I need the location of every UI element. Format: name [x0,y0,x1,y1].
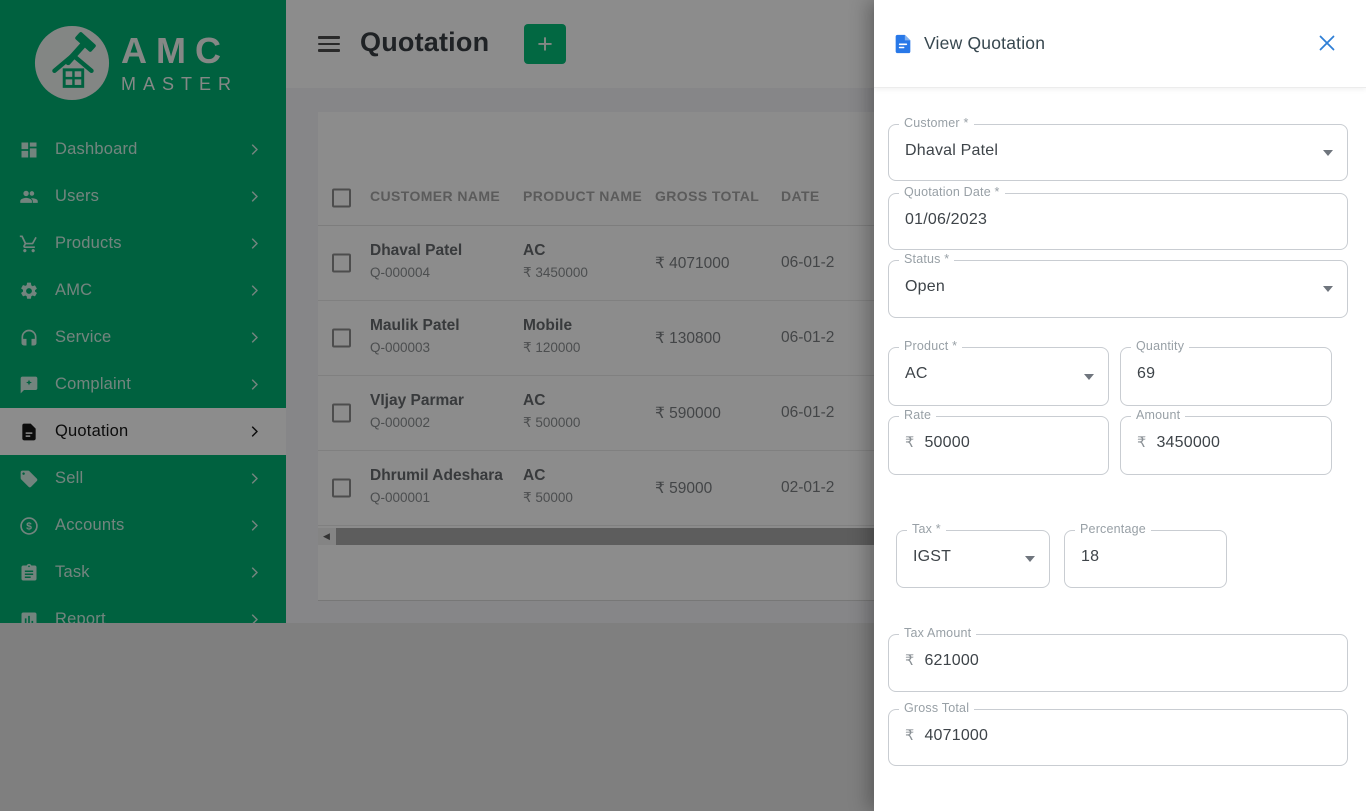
tax-amount-input[interactable]: Tax Amount ₹621000 [888,626,1348,692]
tax-value: IGST [913,548,952,565]
product-value: AC [905,365,928,382]
dropdown-arrow-icon [1323,149,1333,156]
amount-input[interactable]: Amount ₹3450000 [1120,408,1332,475]
drawer-title: View Quotation [924,33,1046,53]
rupee-symbol: ₹ [1137,435,1147,451]
amount-value: 3450000 [1156,434,1221,451]
dropdown-arrow-icon [1025,556,1035,562]
rupee-symbol: ₹ [905,435,915,451]
percentage-value: 18 [1081,548,1100,565]
rupee-symbol: ₹ [905,728,915,744]
tax-amount-value: 621000 [924,652,980,669]
status-value: Open [905,278,945,295]
view-quotation-drawer: View Quotation Customer * Dhaval Patel Q… [874,0,1366,811]
drawer-header: View Quotation [874,0,1366,88]
percentage-input[interactable]: Percentage 18 [1064,522,1227,588]
quantity-input[interactable]: Quantity 69 [1120,339,1332,406]
quotation-date-value: 01/06/2023 [905,211,988,228]
app-root: AMC MASTER Dashboard Users Products AMC … [0,0,1366,811]
customer-value: Dhaval Patel [905,142,999,159]
dropdown-arrow-icon [1084,373,1094,380]
status-select[interactable]: Status * Open [888,252,1348,318]
rupee-symbol: ₹ [905,653,915,669]
close-icon[interactable] [1318,34,1336,52]
product-select[interactable]: Product * AC [888,339,1109,406]
quantity-value: 69 [1137,365,1156,382]
gross-total-input[interactable]: Gross Total ₹4071000 [888,701,1348,766]
gross-total-value: 4071000 [924,727,989,744]
dropdown-arrow-icon [1323,286,1333,292]
rate-input[interactable]: Rate ₹50000 [888,408,1109,475]
tax-select[interactable]: Tax * IGST [896,522,1050,588]
customer-select[interactable]: Customer * Dhaval Patel [888,116,1348,181]
rate-value: 50000 [924,434,970,451]
quotation-document-icon [895,34,911,54]
quotation-date-input[interactable]: Quotation Date * 01/06/2023 [888,185,1348,250]
